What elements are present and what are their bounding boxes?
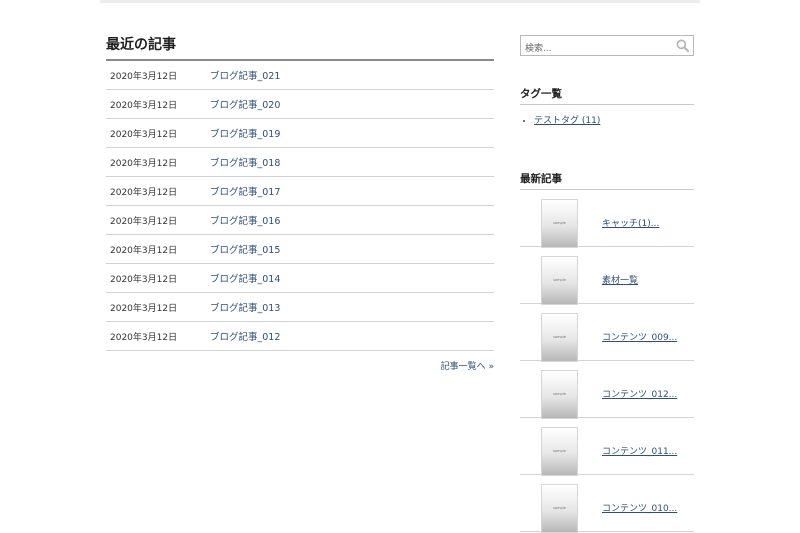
post-link[interactable]: ブログ記事_017 [210,184,280,198]
post-date: 2020年3月12日 [110,100,178,111]
post-date: 2020年3月12日 [110,71,178,82]
post-link[interactable]: ブログ記事_015 [210,242,280,256]
search-input[interactable] [521,39,669,59]
post-date: 2020年3月12日 [110,245,178,256]
tag-link[interactable]: テストタグ (11) [534,116,600,126]
table-row: 2020年3月12日 ブログ記事_013 [106,293,494,322]
article-thumbnail[interactable]: sample [541,370,578,419]
article-link[interactable]: コンテンツ_012... [602,387,677,400]
article-thumbnail[interactable]: sample [541,427,578,476]
thumbnail-label: sample [553,221,566,225]
list-item: sample コンテンツ_009... [520,304,694,362]
article-thumbnail[interactable]: sample [541,484,578,533]
table-row: 2020年3月12日 ブログ記事_016 [106,206,494,235]
thumbnail-label: sample [553,335,566,339]
recent-posts-list: 2020年3月12日 ブログ記事_021 2020年3月12日 ブログ記事_02… [106,61,494,351]
table-row: 2020年3月12日 ブログ記事_017 [106,177,494,206]
article-thumbnail[interactable]: sample [541,313,578,362]
post-link[interactable]: ブログ記事_013 [210,300,280,314]
thumbnail-label: sample [553,506,566,510]
recent-articles-list: sample キャッチ(1)... sample 素材一覧 sample コンテ… [520,190,694,533]
search-box [520,35,694,59]
post-link[interactable]: ブログ記事_018 [210,155,280,169]
table-row: 2020年3月12日 ブログ記事_020 [106,90,494,119]
all-posts-link[interactable]: 記事一覧へ » [106,359,494,372]
recent-articles-heading: 最新記事 [520,171,694,190]
post-date: 2020年3月12日 [110,303,178,314]
post-link[interactable]: ブログ記事_014 [210,271,280,285]
post-link[interactable]: ブログ記事_016 [210,213,280,227]
tag-widget: タグ一覧 テストタグ (11) [520,86,694,126]
tag-list: テストタグ (11) [520,113,694,126]
article-thumbnail[interactable]: sample [541,199,578,248]
post-link[interactable]: ブログ記事_020 [210,97,280,111]
post-link[interactable]: ブログ記事_012 [210,329,280,343]
table-row: 2020年3月12日 ブログ記事_018 [106,148,494,177]
top-border [100,0,700,3]
table-row: 2020年3月12日 ブログ記事_015 [106,235,494,264]
list-item: sample 素材一覧 [520,247,694,305]
list-item: sample コンテンツ_010... [520,475,694,533]
sidebar: タグ一覧 テストタグ (11) 最新記事 sample キャッチ(1)... s… [520,35,694,533]
search-icon[interactable] [676,39,689,52]
table-row: 2020年3月12日 ブログ記事_014 [106,264,494,293]
post-link[interactable]: ブログ記事_021 [210,68,280,82]
post-date: 2020年3月12日 [110,216,178,227]
article-link[interactable]: コンテンツ_011... [602,444,677,457]
post-date: 2020年3月12日 [110,187,178,198]
thumbnail-label: sample [553,278,566,282]
list-item: sample キャッチ(1)... [520,190,694,248]
article-thumbnail[interactable]: sample [541,256,578,305]
main-content: 最近の記事 2020年3月12日 ブログ記事_021 2020年3月12日 ブロ… [106,36,494,372]
post-link[interactable]: ブログ記事_019 [210,126,280,140]
article-link[interactable]: キャッチ(1)... [602,216,659,229]
post-date: 2020年3月12日 [110,158,178,169]
post-date: 2020年3月12日 [110,274,178,285]
list-item: sample コンテンツ_011... [520,418,694,476]
table-row: 2020年3月12日 ブログ記事_021 [106,61,494,90]
list-item: テストタグ (11) [534,113,694,126]
post-date: 2020年3月12日 [110,129,178,140]
recent-posts-heading: 最近の記事 [106,36,494,61]
article-link[interactable]: コンテンツ_009... [602,330,677,343]
article-link[interactable]: 素材一覧 [602,273,638,286]
thumbnail-label: sample [553,392,566,396]
article-link[interactable]: コンテンツ_010... [602,501,677,514]
table-row: 2020年3月12日 ブログ記事_019 [106,119,494,148]
table-row: 2020年3月12日 ブログ記事_012 [106,322,494,351]
tag-list-heading: タグ一覧 [520,86,694,105]
recent-articles-widget: 最新記事 sample キャッチ(1)... sample 素材一覧 sampl… [520,171,694,533]
list-item: sample コンテンツ_012... [520,361,694,419]
post-date: 2020年3月12日 [110,332,178,343]
thumbnail-label: sample [553,449,566,453]
